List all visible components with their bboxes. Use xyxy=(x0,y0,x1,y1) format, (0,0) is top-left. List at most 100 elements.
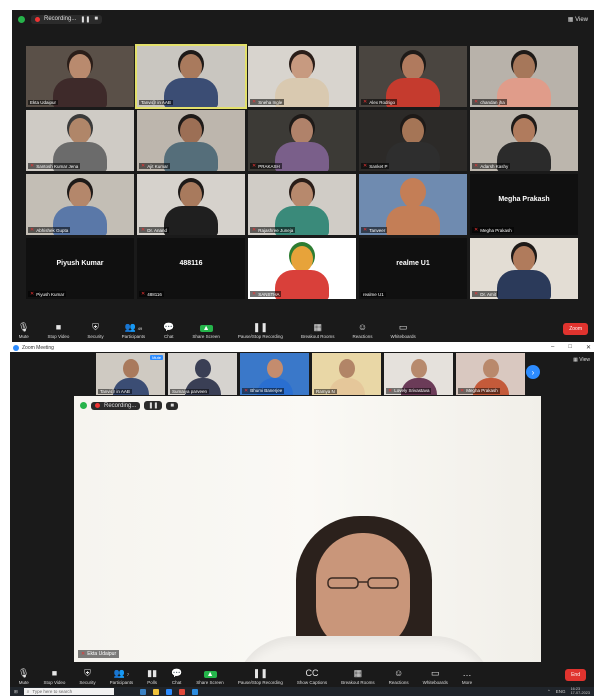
mute-participant-button[interactable]: Mute xyxy=(150,355,163,360)
participant-name-tag: ✕ Bhumi Banerjee xyxy=(242,388,285,394)
search-placeholder: Type here to search xyxy=(32,689,73,694)
participant-tile[interactable]: ✕ Ajit Kumar xyxy=(137,110,245,171)
record-dot-icon xyxy=(95,403,100,408)
participant-thumbnail[interactable]: ✕ Megha Prakash xyxy=(456,353,525,395)
security-shield-icon[interactable] xyxy=(18,15,25,23)
participant-name: Sumaiya parveen xyxy=(172,389,208,394)
participant-tile[interactable]: ✕ Abhishek Gupta xyxy=(26,174,134,235)
speaker-name-tag: ✕ Ekta Udaipur xyxy=(78,650,120,658)
file-explorer-icon[interactable] xyxy=(152,688,159,695)
participant-tile[interactable]: ✕ Sanket P xyxy=(359,110,467,171)
recording-indicator[interactable]: Recording... ❚❚ ■ xyxy=(31,14,103,24)
participant-name-tag: ✕ 488116 xyxy=(139,291,164,297)
recording-indicator[interactable]: Recording... ❚❚ ■ xyxy=(80,401,179,410)
toolbar-security-button[interactable]: ⛨ Security xyxy=(87,323,103,340)
mic-muted-icon: ✕ xyxy=(252,99,257,105)
show-captions-icon: CC xyxy=(305,668,319,678)
clock[interactable]: 16:23 17-07-2023 xyxy=(571,687,590,696)
toolbar-reactions-button[interactable]: ☺ Reactions xyxy=(389,669,409,686)
participant-name: Adarsh Kashy xyxy=(480,163,509,169)
participant-face xyxy=(402,118,424,144)
toolbar-share-screen-button[interactable]: ▲ Share Screen xyxy=(196,671,224,685)
participant-tile[interactable]: Piyush Kumar ✕ Piyush Kumar xyxy=(26,238,134,299)
toolbar-stop-video-button[interactable]: ■ Stop Video xyxy=(47,323,69,340)
end-meeting-button[interactable]: End xyxy=(565,669,586,681)
toolbar-participants-button[interactable]: 👥 49 Participants xyxy=(122,323,146,340)
maximize-icon[interactable]: □ xyxy=(568,344,572,351)
mic-muted-icon: ✕ xyxy=(30,227,35,233)
toolbar-reactions-button[interactable]: ☺ Reactions xyxy=(352,323,372,340)
participant-tile[interactable]: ✕ Dr. Anand xyxy=(137,174,245,235)
security-shield-icon[interactable] xyxy=(80,402,87,409)
participant-tile[interactable]: ✕ PRAKASH xyxy=(248,110,356,171)
minimize-icon[interactable]: – xyxy=(551,344,554,351)
participant-tile[interactable]: Ekta Udaipur xyxy=(26,46,134,107)
participant-tile[interactable]: ✕ Adarsh Kashy xyxy=(470,110,578,171)
participant-tile[interactable]: realme U1 realme U1 xyxy=(359,238,467,299)
participant-face xyxy=(266,359,283,378)
participant-tile[interactable]: ✕ SANSTHA xyxy=(248,238,356,299)
taskbar-search-box[interactable]: ⌕ Type here to search xyxy=(23,688,114,695)
toolbar-more-button[interactable]: … More xyxy=(462,669,472,686)
outlook-icon[interactable] xyxy=(191,688,198,695)
participant-face xyxy=(69,118,91,144)
toolbar-show-captions-button[interactable]: CC Show Captions xyxy=(297,668,327,686)
active-speaker-video: Recording... ❚❚ ■ ✕ Ekta Udaipur xyxy=(74,396,541,662)
toolbar-whiteboards-button[interactable]: ▭ Whiteboards xyxy=(423,668,448,686)
stop-recording-icon[interactable]: ■ xyxy=(94,16,98,22)
toolbar-whiteboards-button[interactable]: ▭ Whiteboards xyxy=(390,323,415,340)
toolbar-polls-button[interactable]: ▮▮ Polls xyxy=(147,669,157,686)
participant-thumbnail[interactable]: Ramya N xyxy=(312,353,381,395)
end-meeting-button[interactable]: Zoom xyxy=(563,322,588,335)
participant-tile[interactable]: ✕ Alex Rodrigo xyxy=(359,46,467,107)
toolbar-breakout-rooms-button[interactable]: ▦ Breakout Rooms xyxy=(341,669,375,686)
lang-indicator[interactable]: ENG xyxy=(556,689,566,694)
view-button[interactable]: ▦ View xyxy=(568,16,588,23)
mic-muted-icon: ✕ xyxy=(252,291,257,297)
participant-thumbnail[interactable]: Mute Tanvi@ in AAB xyxy=(96,353,165,395)
toolbar-pause-stop-recording-button[interactable]: ❚❚ Pause/Stop Recording xyxy=(238,669,283,686)
toolbar-chat-button[interactable]: 💬 Chat xyxy=(171,669,182,686)
security-icon: ⛨ xyxy=(84,668,91,678)
participant-tile[interactable]: ✕ Rajashree Juneja xyxy=(248,174,356,235)
toolbar-participants-button[interactable]: 👥 7 Participants xyxy=(110,669,134,686)
participant-tile[interactable]: Tanvi@ in AAB xyxy=(135,44,247,109)
toolbar-chat-button[interactable]: 💬 Chat xyxy=(163,323,174,340)
toolbar-stop-video-button[interactable]: ■ Stop Video xyxy=(43,669,65,686)
mic-muted-icon: ✕ xyxy=(252,163,257,169)
stop-recording-icon[interactable]: ■ xyxy=(166,401,179,410)
toolbar-share-screen-button[interactable]: ▲ Share Screen xyxy=(192,325,220,339)
whiteboards-icon: ▭ xyxy=(431,668,440,678)
pause-recording-icon[interactable]: ❚❚ xyxy=(80,16,90,23)
toolbar-pause-stop-recording-button[interactable]: ❚❚ Pause/Stop Recording xyxy=(238,323,283,340)
toolbar-label: Chat xyxy=(164,334,174,339)
close-icon[interactable]: ✕ xyxy=(586,344,591,351)
participant-name: Tanvi@ in AAB xyxy=(100,389,130,394)
participant-tile[interactable]: ✕ Tanveer xyxy=(359,174,467,235)
participant-thumbnail[interactable]: Sumaiya parveen xyxy=(168,353,237,395)
participant-tile[interactable]: ✕ Santosh Kumar Jena xyxy=(26,110,134,171)
participant-name: SANSTHA xyxy=(258,291,280,297)
toolbar-security-button[interactable]: ⛨ Security xyxy=(79,668,95,686)
zoom-app-icon[interactable] xyxy=(165,688,172,695)
toolbar-breakout-rooms-button[interactable]: ▦ Breakout Rooms xyxy=(301,323,335,340)
participant-name-tag: ✕ Dr. Anand xyxy=(139,227,169,233)
windows-start-icon[interactable]: ⊞ xyxy=(14,689,18,695)
view-button[interactable]: ▦ View xyxy=(573,357,590,363)
participant-thumbnail[interactable]: ✕ Bhumi Banerjee xyxy=(240,353,309,395)
participant-tile[interactable]: 488116 ✕ 488116 xyxy=(137,238,245,299)
toolbar-mute-button[interactable]: 🎙 Mute xyxy=(18,669,29,686)
participant-face xyxy=(291,54,313,80)
edge-icon[interactable] xyxy=(139,688,146,695)
participant-tile[interactable]: ✕ Dr. Amit xyxy=(470,238,578,299)
chrome-icon[interactable] xyxy=(178,688,185,695)
participant-body xyxy=(386,206,440,235)
participant-tile[interactable]: ✕ Sneha Ingle xyxy=(248,46,356,107)
next-page-arrow-icon[interactable]: › xyxy=(526,365,540,379)
participant-tile[interactable]: ✕ chandan jha xyxy=(470,46,578,107)
network-icon[interactable]: ⌃ xyxy=(547,689,551,695)
toolbar-mute-button[interactable]: 🎙 Mute xyxy=(18,323,29,340)
participant-thumbnail[interactable]: ✕ Lovely Srivastava xyxy=(384,353,453,395)
participant-tile[interactable]: Megha Prakash ✕ Megha Prakash xyxy=(470,174,578,235)
pause-recording-icon[interactable]: ❚❚ xyxy=(144,401,163,410)
